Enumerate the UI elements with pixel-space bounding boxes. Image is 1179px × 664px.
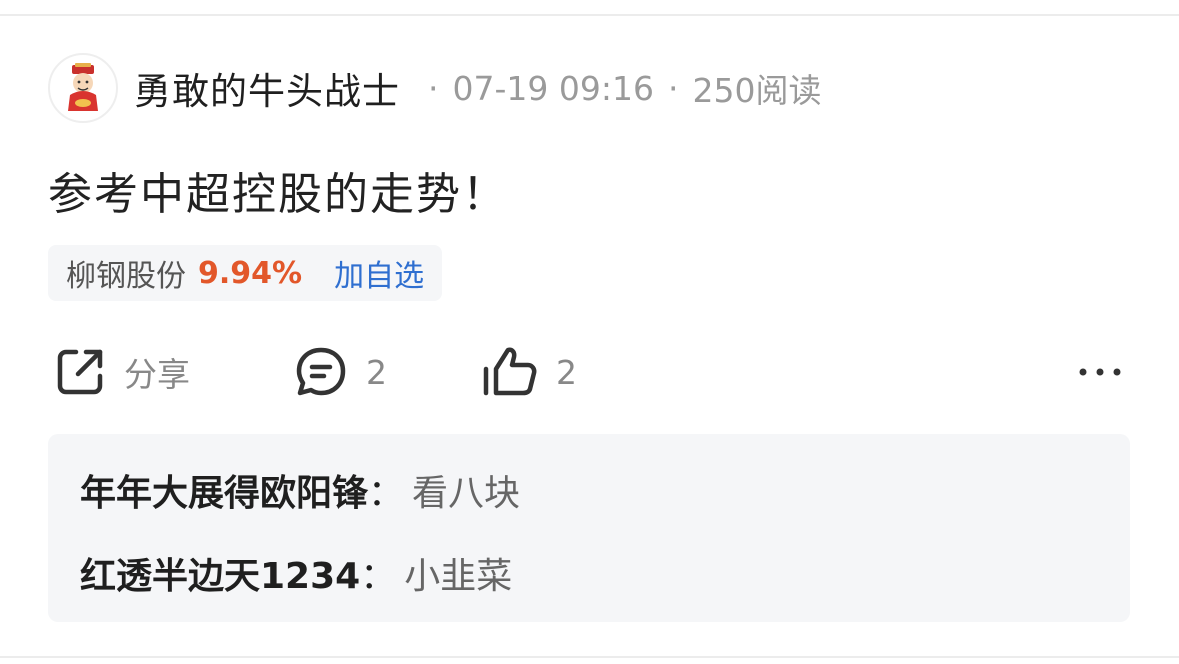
comment-text: 小韭菜 (404, 556, 513, 597)
stock-chip[interactable]: 柳钢股份 9.94% 加自选 (48, 245, 443, 301)
like-count: 2 (556, 352, 577, 392)
stock-name: 柳钢股份 (66, 259, 186, 294)
meta-separator: · (667, 68, 679, 108)
like-button[interactable]: 2 (482, 340, 577, 404)
add-watchlist-button[interactable]: 加自选 (334, 251, 424, 295)
post-time: 07-19 09:16 (452, 68, 654, 108)
top-divider (0, 14, 1179, 16)
share-button[interactable]: 分享 (54, 340, 190, 404)
post-reads: 250阅读 (692, 71, 822, 110)
comment-colon: ： (368, 473, 405, 514)
more-button[interactable] (1077, 340, 1123, 404)
thumbs-up-icon (483, 347, 537, 396)
post-username[interactable]: 勇敢的牛头战士 (134, 61, 400, 115)
comment-preview[interactable]: 年年大展得欧阳锋： 看八块 红透半边天1234： 小韭菜 (48, 434, 1130, 622)
avatar-icon (68, 63, 98, 111)
post-body: 参考中超控股的走势！ (48, 169, 508, 220)
comment-colon: ： (360, 556, 397, 597)
share-icon (57, 349, 103, 395)
comment-author[interactable]: 年年大展得欧阳锋 (80, 473, 368, 514)
share-label: 分享 (124, 355, 190, 394)
stock-change: 9.94% (198, 255, 303, 291)
comment-text: 看八块 (412, 473, 521, 514)
user-avatar[interactable] (48, 53, 118, 123)
comment-count: 2 (366, 352, 387, 392)
post-header: 勇敢的牛头战士 · 07-19 09:16 · 250阅读 (48, 52, 821, 124)
more-icon (1079, 368, 1121, 376)
comment-author[interactable]: 红透半边天1234 (80, 556, 360, 597)
comment-item[interactable]: 年年大展得欧阳锋： 看八块 (80, 464, 520, 516)
comment-item[interactable]: 红透半边天1234： 小韭菜 (80, 547, 512, 599)
action-bar: 分享 2 2 (48, 340, 1133, 404)
meta-separator: · (428, 68, 439, 108)
bottom-divider (0, 656, 1179, 658)
comment-icon (296, 347, 346, 396)
comment-button[interactable]: 2 (294, 340, 387, 404)
post-meta: · 07-19 09:16 · 250阅读 (414, 64, 821, 112)
